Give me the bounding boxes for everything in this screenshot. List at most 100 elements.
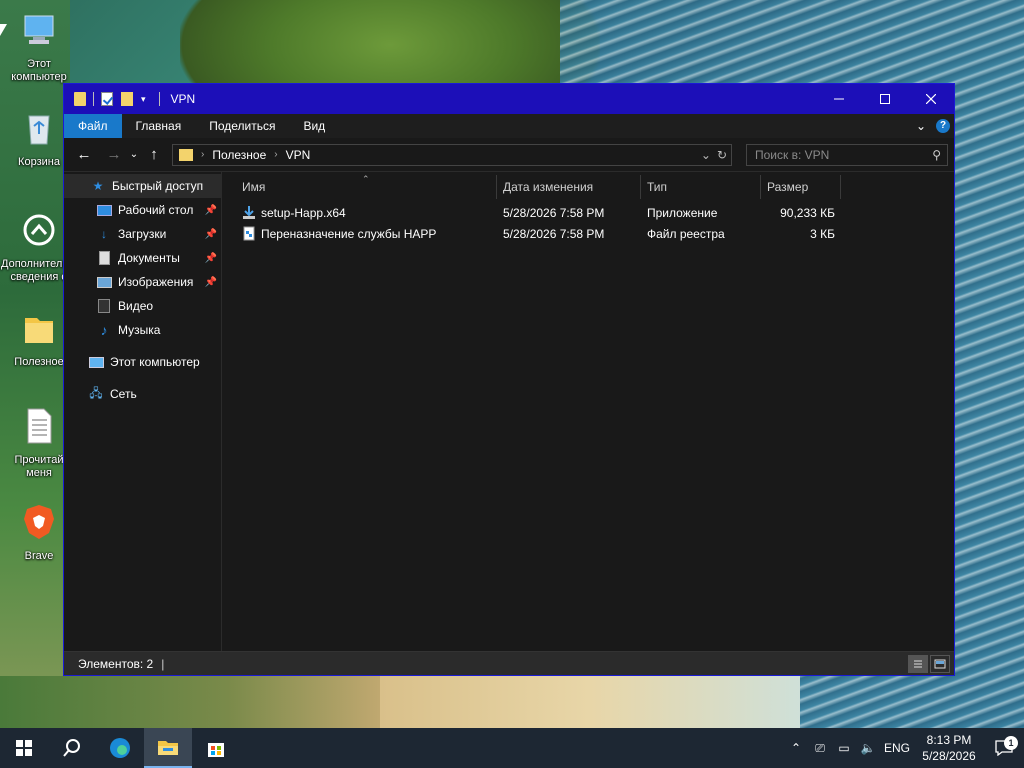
sidebar-item-desktop[interactable]: Рабочий стол 📌 <box>64 198 221 222</box>
sidebar-item-pictures[interactable]: Изображения 📌 <box>64 270 221 294</box>
properties-icon[interactable] <box>101 92 113 106</box>
registry-file-icon <box>242 226 256 241</box>
sort-ascending-icon: ⌃ <box>362 174 370 184</box>
pin-icon: 📌 <box>204 276 217 288</box>
download-icon: ↓ <box>101 227 107 241</box>
file-date: 5/28/2026 7:58 PM <box>503 226 605 241</box>
sidebar-item-downloads[interactable]: ↓ Загрузки 📌 <box>64 222 221 246</box>
folder-icon <box>179 148 193 161</box>
sidebar-item-network[interactable]: 🖧 Сеть <box>64 382 221 406</box>
quick-access-toolbar-dropdown-icon[interactable]: ▾ <box>141 94 146 105</box>
installer-icon <box>242 205 256 220</box>
pin-icon: 📌 <box>204 252 217 264</box>
divider <box>158 92 160 106</box>
minimize-button[interactable] <box>816 84 862 114</box>
column-header-type[interactable]: Тип <box>641 175 761 199</box>
breadcrumb-item[interactable]: Полезное <box>212 148 266 162</box>
new-folder-icon[interactable] <box>121 92 133 106</box>
back-button[interactable]: ← <box>72 146 96 163</box>
file-explorer-taskbar-button[interactable] <box>144 728 192 768</box>
file-name: Переназначение службы HAPP <box>261 226 437 241</box>
details-view-button[interactable] <box>908 654 928 673</box>
sidebar-item-music[interactable]: ♪ Музыка <box>64 318 221 342</box>
system-tray: ⌃ ⎚ ▭ 🔈 ENG 8:13 PM 5/28/2026 1 <box>784 728 1024 768</box>
file-type: Приложение <box>647 205 718 220</box>
store-taskbar-button[interactable] <box>192 728 240 768</box>
pin-icon: 📌 <box>204 204 217 216</box>
video-icon <box>96 299 112 313</box>
expand-ribbon-chevron-icon[interactable]: ⌄ <box>916 119 926 133</box>
tab-share[interactable]: Поделиться <box>195 114 289 138</box>
desktop-icon-this-pc[interactable]: Этот компьютер <box>1 10 77 84</box>
pin-icon: 📌 <box>204 228 217 240</box>
sidebar-item-label: Этот компьютер <box>110 355 200 369</box>
document-icon <box>96 251 112 265</box>
maximize-icon <box>880 94 890 104</box>
notification-center-button[interactable]: 1 <box>984 736 1024 756</box>
ribbon-tabs: Файл Главная Поделиться Вид ⌄ ? <box>64 114 954 138</box>
meet-now-icon[interactable]: ⎚ <box>808 741 832 756</box>
text-file-icon <box>27 408 52 444</box>
breadcrumb-item[interactable]: VPN <box>286 148 311 162</box>
up-button[interactable]: ↑ <box>142 146 166 163</box>
notification-badge: 1 <box>1004 736 1018 750</box>
column-header-size[interactable]: Размер <box>761 175 841 199</box>
sidebar-item-documents[interactable]: Документы 📌 <box>64 246 221 270</box>
sidebar-item-quick-access[interactable]: ★ Быстрый доступ <box>64 174 221 198</box>
info-icon <box>23 214 55 246</box>
sidebar-item-label: Загрузки <box>118 227 167 241</box>
window-title: VPN <box>170 92 196 106</box>
edge-taskbar-button[interactable] <box>96 728 144 768</box>
sidebar-item-videos[interactable]: Видео <box>64 294 221 318</box>
tab-home[interactable]: Главная <box>122 114 196 138</box>
close-button[interactable] <box>908 84 954 114</box>
minimize-icon <box>834 98 844 100</box>
clock[interactable]: 8:13 PM 5/28/2026 <box>914 732 984 764</box>
column-header-date[interactable]: Дата изменения <box>497 175 641 199</box>
address-bar[interactable]: › Полезное › VPN ⌄ ↻ <box>172 143 732 166</box>
start-button[interactable] <box>0 728 48 768</box>
address-history-chevron-icon[interactable]: ⌄ <box>701 148 711 162</box>
file-date: 5/28/2026 7:58 PM <box>503 205 605 220</box>
sidebar-item-label: Видео <box>118 299 154 313</box>
refresh-icon[interactable]: ↻ <box>717 148 727 162</box>
clock-date: 5/28/2026 <box>922 749 976 763</box>
sidebar-item-label: Быстрый доступ <box>112 179 204 193</box>
search-button[interactable] <box>48 728 96 768</box>
language-indicator[interactable]: ENG <box>880 741 914 755</box>
item-count: Элементов: 2 <box>78 656 154 671</box>
desktop-icon <box>96 203 112 217</box>
volume-icon[interactable]: 🔈 <box>856 741 880 755</box>
divider <box>93 92 94 106</box>
recycle-bin-icon <box>28 115 50 145</box>
explorer-window: ▾ VPN Файл Главная Поделиться Вид ⌄ ? ← … <box>63 83 955 676</box>
close-icon <box>926 94 936 104</box>
tab-file[interactable]: Файл <box>64 114 122 138</box>
network-icon[interactable]: ▭ <box>832 741 856 755</box>
search-input[interactable]: Поиск в: VPN ⚲ <box>746 143 948 166</box>
navigation-pane: ★ Быстрый доступ Рабочий стол 📌 ↓ Загруз… <box>64 172 222 653</box>
star-icon: ★ <box>92 179 104 193</box>
breadcrumb-separator-icon: › <box>274 149 278 160</box>
maximize-button[interactable] <box>862 84 908 114</box>
network-icon: 🖧 <box>89 385 103 400</box>
large-icons-view-button[interactable] <box>930 654 950 673</box>
sidebar-item-this-pc[interactable]: Этот компьютер <box>64 350 221 374</box>
tab-view[interactable]: Вид <box>289 114 339 138</box>
column-header-name[interactable]: Имя <box>222 175 497 199</box>
recent-locations-chevron-icon[interactable]: ⌄ <box>126 149 142 160</box>
file-size: 3 КБ <box>810 226 835 241</box>
help-button[interactable]: ? <box>936 119 950 133</box>
this-pc-icon <box>24 15 54 44</box>
show-hidden-icons-chevron-icon[interactable]: ⌃ <box>784 741 808 755</box>
file-name: setup-Happ.x64 <box>261 205 346 220</box>
forward-button[interactable]: → <box>102 146 126 163</box>
this-pc-icon <box>88 355 104 369</box>
file-row[interactable]: Переназначение службы HAPP 5/28/2026 7:5… <box>222 223 954 244</box>
sidebar-item-label: Сеть <box>110 387 137 401</box>
folder-icon <box>74 92 86 106</box>
navigation-bar: ← → ⌄ ↑ › Полезное › VPN ⌄ ↻ Поиск в: VP… <box>64 138 954 172</box>
edge-icon <box>110 738 130 758</box>
file-row[interactable]: setup-Happ.x64 5/28/2026 7:58 PM Приложе… <box>222 202 954 223</box>
title-bar[interactable]: ▾ VPN <box>64 84 954 114</box>
